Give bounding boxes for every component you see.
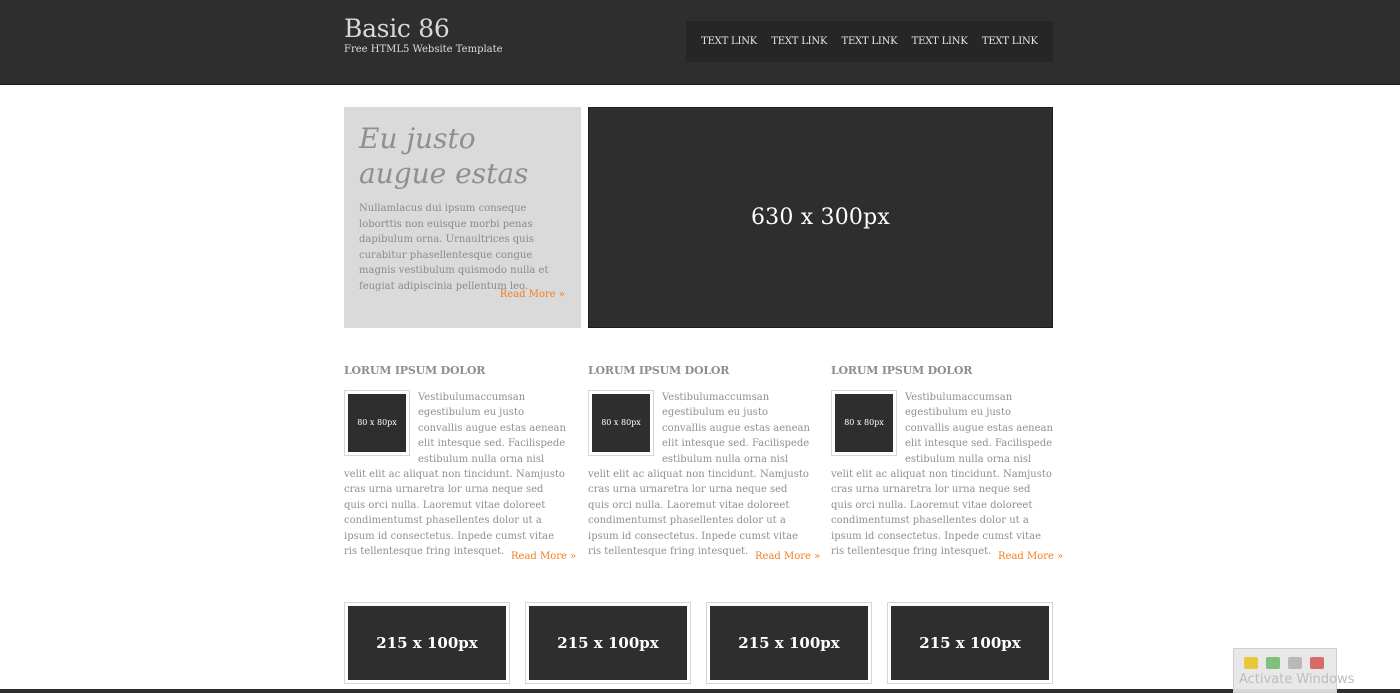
- hero-size-label: 630 x 300px: [750, 205, 891, 230]
- tile-size-label: 215 x 100px: [529, 606, 687, 680]
- thumbnail-size-label: 80 x 80px: [348, 394, 406, 452]
- feature-text: Nullamlacus dui ipsum conseque loborttis…: [359, 203, 549, 292]
- thumbnail-size-label: 80 x 80px: [835, 394, 893, 452]
- column-body: 80 x 80px Vestibulumaccumsan egestibulum…: [831, 390, 1053, 559]
- column-read-more-link[interactable]: Read More »: [511, 551, 576, 562]
- feature-read-more-link[interactable]: Read More »: [500, 289, 565, 300]
- content-column-3: LORUM IPSUM DOLOR 80 x 80px Vestibulumac…: [831, 364, 1063, 562]
- window-icon[interactable]: [1288, 657, 1302, 669]
- feature-title: Eu justo augue estas: [359, 122, 529, 190]
- folder-icon[interactable]: [1244, 657, 1258, 669]
- tile-size-label: 215 x 100px: [348, 606, 506, 680]
- site-header: Basic 86 Free HTML5 Website Template TEX…: [0, 0, 1400, 85]
- column-body: 80 x 80px Vestibulumaccumsan egestibulum…: [588, 390, 810, 559]
- thumbnail-placeholder: 80 x 80px: [831, 390, 897, 456]
- column-body: 80 x 80px Vestibulumaccumsan egestibulum…: [344, 390, 566, 559]
- column-heading: LORUM IPSUM DOLOR: [588, 364, 730, 377]
- gallery-tile-3[interactable]: 215 x 100px: [706, 602, 872, 684]
- thumbnail-placeholder: 80 x 80px: [344, 390, 410, 456]
- gallery-tile-2[interactable]: 215 x 100px: [525, 602, 691, 684]
- activate-windows-watermark: Activate Windows: [1239, 672, 1355, 687]
- column-heading: LORUM IPSUM DOLOR: [344, 364, 486, 377]
- gallery-tile-4[interactable]: 215 x 100px: [887, 602, 1053, 684]
- nav-link-1[interactable]: TEXT LINK: [701, 36, 757, 47]
- site-tagline: Free HTML5 Website Template: [344, 44, 503, 55]
- column-heading: LORUM IPSUM DOLOR: [831, 364, 973, 377]
- brand: Basic 86 Free HTML5 Website Template: [344, 14, 503, 55]
- nav-link-5[interactable]: TEXT LINK: [982, 36, 1038, 47]
- thumbnail-placeholder: 80 x 80px: [588, 390, 654, 456]
- feature-box: Eu justo augue estas Nullamlacus dui ips…: [344, 107, 581, 328]
- bottom-divider: [0, 689, 1400, 693]
- content-column-2: LORUM IPSUM DOLOR 80 x 80px Vestibulumac…: [588, 364, 820, 562]
- thumbnail-size-label: 80 x 80px: [592, 394, 650, 452]
- tile-size-label: 215 x 100px: [710, 606, 868, 680]
- alert-icon[interactable]: [1310, 657, 1324, 669]
- hero-image-placeholder: 630 x 300px: [588, 107, 1053, 328]
- content-column-1: LORUM IPSUM DOLOR 80 x 80px Vestibulumac…: [344, 364, 576, 562]
- site-title[interactable]: Basic 86: [344, 14, 503, 43]
- nav-link-4[interactable]: TEXT LINK: [912, 36, 968, 47]
- tile-size-label: 215 x 100px: [891, 606, 1049, 680]
- main-nav: TEXT LINK TEXT LINK TEXT LINK TEXT LINK …: [686, 21, 1053, 62]
- gallery-tile-1[interactable]: 215 x 100px: [344, 602, 510, 684]
- nav-link-2[interactable]: TEXT LINK: [771, 36, 827, 47]
- nav-link-3[interactable]: TEXT LINK: [841, 36, 897, 47]
- column-read-more-link[interactable]: Read More »: [755, 551, 820, 562]
- app-icon[interactable]: [1266, 657, 1280, 669]
- column-read-more-link[interactable]: Read More »: [998, 551, 1063, 562]
